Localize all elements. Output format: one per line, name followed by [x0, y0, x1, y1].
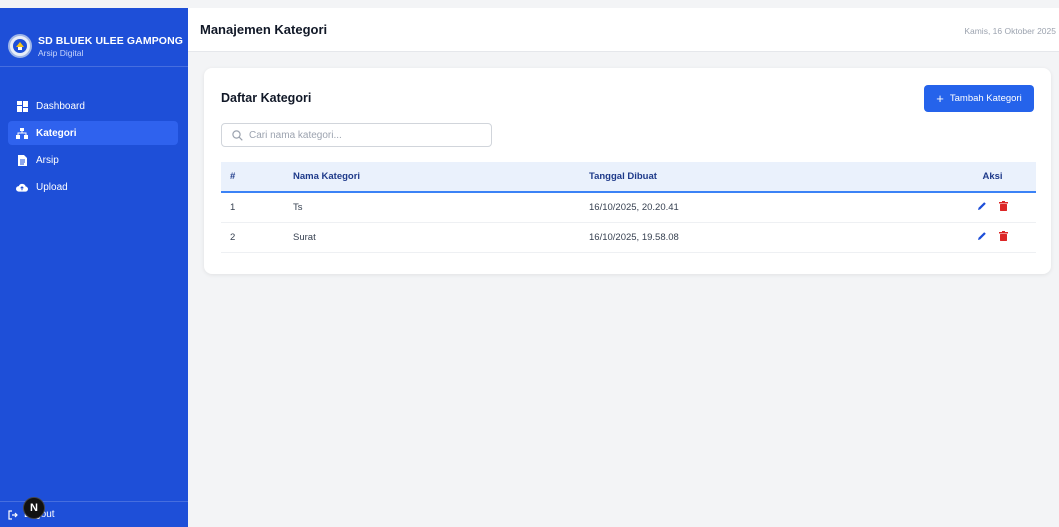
sidebar-item-arsip[interactable]: Arsip — [8, 148, 178, 172]
school-logo-icon — [8, 34, 32, 58]
category-table: # Nama Kategori Tanggal Dibuat Aksi 1 Ts… — [221, 162, 1036, 253]
card-title: Daftar Kategori — [221, 91, 312, 105]
sidebar: SD BLUEK ULEE GAMPONG Arsip Digital Dash… — [0, 8, 188, 527]
row-actions — [949, 222, 1036, 252]
category-name: Ts — [293, 201, 303, 213]
page-title: Manajemen Kategori — [200, 22, 328, 37]
sidebar-item-label: Upload — [36, 181, 68, 193]
user-badge[interactable]: N — [23, 497, 45, 519]
sidebar-item-label: Arsip — [36, 154, 59, 166]
created-date: 16/10/2025, 19.58.08 — [589, 231, 679, 243]
brand-subtitle: Arsip Digital — [38, 47, 84, 58]
table-row: 1 Ts 16/10/2025, 20.20.41 — [221, 192, 1036, 222]
edit-pencil-icon[interactable] — [977, 231, 987, 241]
logout-icon — [8, 509, 18, 520]
sidebar-item-dashboard[interactable]: Dashboard — [8, 94, 178, 118]
sidebar-item-kategori[interactable]: Kategori — [8, 121, 178, 145]
add-category-button[interactable]: + Tambah Kategori — [924, 85, 1034, 112]
cloud-upload-icon — [16, 181, 28, 193]
brand: SD BLUEK ULEE GAMPONG Arsip Digital — [0, 8, 188, 66]
table-row: 2 Surat 16/10/2025, 19.58.08 — [221, 222, 1036, 252]
sidebar-item-label: Kategori — [36, 127, 77, 139]
search-icon — [232, 129, 243, 141]
add-category-label: Tambah Kategori — [949, 93, 1022, 104]
column-header-actions: Aksi — [982, 171, 1003, 182]
column-header-number: # — [230, 171, 236, 182]
category-name: Surat — [293, 231, 316, 243]
sidebar-item-label: Dashboard — [36, 100, 85, 112]
file-icon — [16, 154, 28, 166]
row-number: 2 — [230, 231, 236, 243]
dashboard-icon — [16, 100, 28, 112]
table-header-row: # Nama Kategori Tanggal Dibuat Aksi — [221, 162, 1036, 192]
sidebar-nav: Dashboard Kategori Arsip Upload — [8, 94, 178, 202]
sidebar-item-upload[interactable]: Upload — [8, 175, 178, 199]
row-actions — [949, 192, 1036, 222]
created-date: 16/10/2025, 20.20.41 — [589, 201, 679, 213]
edit-pencil-icon[interactable] — [977, 201, 987, 211]
search-box — [221, 123, 492, 147]
topbar: Manajemen Kategori Kamis, 16 Oktober 202… — [188, 8, 1059, 52]
category-card: Daftar Kategori + Tambah Kategori # Nama… — [204, 68, 1051, 274]
plus-icon: + — [936, 91, 944, 106]
page-date: Kamis, 16 Oktober 2025 — [964, 26, 1056, 36]
delete-trash-icon[interactable] — [999, 200, 1008, 211]
brand-name: SD BLUEK ULEE GAMPONG — [38, 34, 184, 47]
divider — [0, 66, 188, 67]
delete-trash-icon[interactable] — [999, 230, 1008, 241]
column-header-name[interactable]: Nama Kategori — [293, 162, 589, 192]
search-input[interactable] — [249, 129, 479, 141]
sitemap-icon — [16, 127, 28, 139]
column-header-date[interactable]: Tanggal Dibuat — [589, 162, 949, 192]
row-number: 1 — [230, 201, 236, 213]
